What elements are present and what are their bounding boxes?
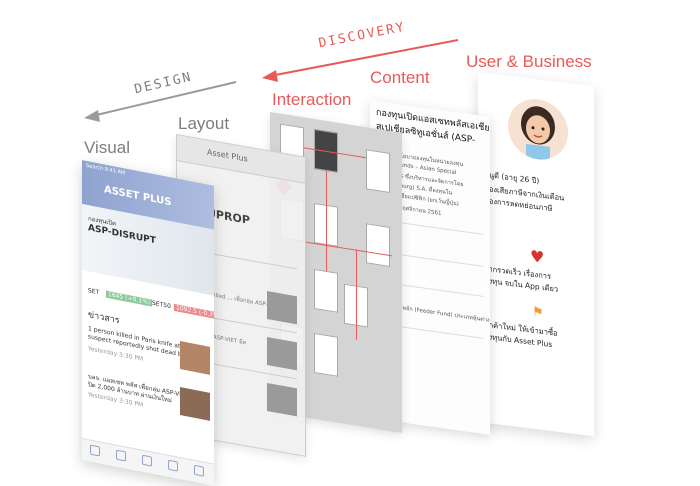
heart-icon: ♥: [530, 246, 545, 268]
layout-thumbnail: [267, 337, 297, 371]
persona-avatar-icon: [508, 95, 568, 164]
set-value[interactable]: 1645 (+0.1%): [106, 290, 153, 307]
news-thumbnail[interactable]: [180, 341, 210, 375]
layer-title-user-business: User & Business: [466, 52, 592, 71]
layer-title-layout: Layout: [178, 114, 230, 133]
layout-thumbnail: [267, 383, 297, 417]
layer-title-visual: Visual: [84, 138, 130, 157]
set-label: SET: [88, 287, 100, 297]
discovery-arrow-head: [262, 70, 278, 82]
set50-value[interactable]: 1092.5 (-0.3%): [174, 303, 214, 321]
nav-portfolio-icon[interactable]: [142, 454, 152, 467]
fund-name: ASP-DISRUPT: [88, 223, 156, 247]
nav-funds-icon[interactable]: [116, 449, 126, 462]
bottom-nav: [82, 438, 214, 486]
nav-settings-icon[interactable]: [194, 464, 204, 477]
flow-connector: [356, 249, 357, 340]
layer-title-interaction: Interaction: [272, 90, 352, 109]
set50-label: SET50: [152, 299, 171, 311]
layer-title-content: Content: [370, 68, 430, 87]
wireframe-screen: [366, 223, 390, 268]
visual-panel: Search 9:41 AM ASSET PLUS กองทุนเปิด ASP…: [82, 160, 214, 486]
layout-thumbnail: [267, 291, 297, 325]
layout-header-title: Asset Plus: [207, 147, 248, 164]
flag-icon: ⚑: [532, 304, 544, 322]
nav-services-icon[interactable]: [168, 459, 178, 472]
wireframe-screen: [314, 332, 338, 377]
user-business-panel: หนูดี (อายุ 26 ปี) ต้องเสียภาษีจากเงินเด…: [478, 72, 594, 437]
asset-plus-logo: ASSET PLUS: [104, 184, 172, 209]
news-header: ข่าวสาร: [88, 310, 120, 327]
wireframe-screen: [366, 149, 390, 194]
news-thumbnail[interactable]: [180, 387, 210, 421]
design-arrow-head: [84, 110, 100, 122]
flow-connector: [326, 170, 327, 272]
ux-layers-diagram: DISCOVERY DESIGN User & Business Content…: [0, 0, 700, 486]
nav-home-icon[interactable]: [90, 444, 100, 457]
wireframe-screen: [314, 268, 338, 313]
